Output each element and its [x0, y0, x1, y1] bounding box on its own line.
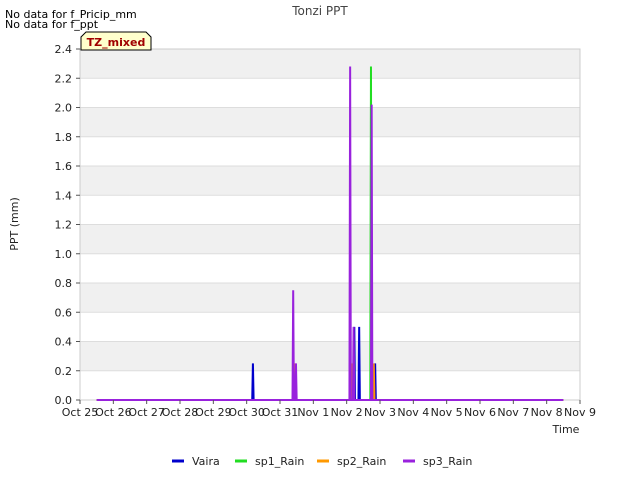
x-tick-label: Oct 26: [95, 406, 132, 419]
legend-label: sp3_Rain: [423, 455, 472, 468]
x-tick-label: Oct 29: [195, 406, 232, 419]
legend-label: sp1_Rain: [255, 455, 304, 468]
y-tick-label: 1.0: [55, 248, 73, 261]
plot-band: [80, 283, 580, 313]
y-tick-label: 2.4: [55, 43, 73, 56]
plot-band: [80, 341, 580, 371]
x-tick-label: Nov 8: [531, 406, 563, 419]
x-tick-label: Oct 27: [128, 406, 165, 419]
y-tick-label: 2.2: [55, 72, 73, 85]
legend: Vaira sp1_Rain sp2_Rain sp3_Rain: [172, 455, 472, 468]
plot-band: [80, 107, 580, 137]
y-tick-label: 1.2: [55, 219, 73, 232]
x-tick-label: Nov 1: [297, 406, 329, 419]
plot-band: [80, 166, 580, 196]
x-tick-label: Nov 9: [564, 406, 596, 419]
plot-band: [80, 49, 580, 79]
x-tick-label: Oct 31: [262, 406, 299, 419]
plot-band: [80, 224, 580, 254]
x-tick-label: Nov 2: [331, 406, 363, 419]
x-tick-label: Oct 28: [162, 406, 199, 419]
y-tick-label: 2.0: [55, 102, 73, 115]
y-tick-label: 0.6: [55, 306, 73, 319]
y-tick-label: 1.4: [55, 189, 73, 202]
x-tick-label: Nov 6: [464, 406, 496, 419]
y-axis-ticks: 0.00.20.40.60.81.01.21.41.61.82.02.22.4: [55, 43, 80, 407]
x-tick-label: Nov 3: [364, 406, 396, 419]
legend-label: Vaira: [192, 455, 220, 468]
y-tick-label: 1.8: [55, 131, 73, 144]
badge-label: TZ_mixed: [87, 36, 146, 49]
x-tick-label: Nov 4: [397, 406, 429, 419]
y-tick-label: 0.8: [55, 277, 73, 290]
chart-title: Tonzi PPT: [291, 4, 348, 18]
x-axis-label: Time: [552, 423, 580, 436]
x-tick-label: Nov 7: [497, 406, 529, 419]
y-tick-label: 1.6: [55, 160, 73, 173]
plot-bands: [80, 49, 580, 371]
legend-label: sp2_Rain: [337, 455, 386, 468]
x-tick-label: Oct 30: [228, 406, 265, 419]
x-tick-label: Nov 5: [431, 406, 463, 419]
site-badge: TZ_mixed: [80, 31, 152, 51]
y-axis-label: PPT (mm): [8, 197, 21, 251]
y-tick-label: 0.2: [55, 365, 73, 378]
x-tick-label: Oct 25: [62, 406, 99, 419]
ppt-chart: 0.00.20.40.60.81.01.21.41.61.82.02.22.4 …: [8, 4, 596, 468]
y-tick-label: 0.4: [55, 336, 73, 349]
x-axis-ticks: Oct 25Oct 26Oct 27Oct 28Oct 29Oct 30Oct …: [62, 400, 596, 419]
